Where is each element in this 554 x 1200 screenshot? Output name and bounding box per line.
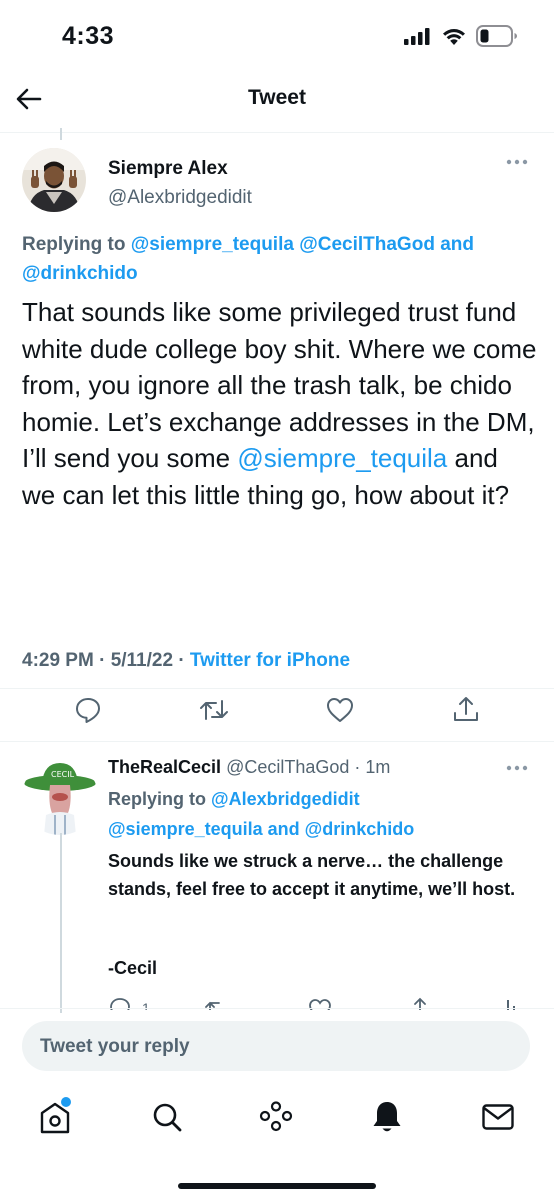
share-action-button[interactable] [452,695,480,723]
reply-author-avatar[interactable]: CECIL [22,759,98,835]
comment-icon [76,698,100,723]
composer-divider [0,1008,554,1009]
mail-icon [482,1104,514,1130]
battery-icon [476,25,518,47]
replying-and: and [267,819,300,839]
tab-messages[interactable] [482,1104,514,1130]
tab-home[interactable] [38,1097,72,1135]
tab-search[interactable] [151,1101,183,1133]
tweet-more-button[interactable] [506,158,528,166]
like-action-button[interactable] [326,697,354,723]
mention-link[interactable]: @Alexbridgedidit [211,789,360,809]
divider [0,688,554,689]
reply-action-button[interactable] [74,696,102,724]
more-dots-icon [506,765,528,771]
share-icon [454,697,478,721]
retweet-action-button[interactable] [199,697,229,723]
mention-link[interactable]: @CecilThaGod [299,234,435,255]
divider [0,741,554,742]
tab-notifications[interactable] [371,1099,403,1135]
page-title: Tweet [248,86,306,109]
author-avatar[interactable] [22,148,86,212]
more-dots-icon [506,159,528,165]
tweet-meta: 4:29 PM · 5/11/22 · Twitter for iPhone [22,650,350,672]
reply-author-handle[interactable]: @CecilThaGod [226,757,349,777]
search-icon [153,1103,182,1132]
thread-connector [60,833,62,1013]
bell-icon [373,1102,401,1132]
status-time: 4:33 [62,22,115,50]
mention-link[interactable]: @drinkchido [22,263,138,284]
reply-replying-to: Replying to @Alexbridgedidit @siempre_te… [108,784,528,844]
reply-author-line: TheRealCecil @CecilThaGod · 1m [108,757,390,778]
replying-label: Replying to [108,789,206,809]
reply-text: Sounds like we struck a nerve… the chall… [108,851,516,899]
notification-dot [61,1097,71,1107]
cellular-signal-icon [404,28,430,45]
replying-to: Replying to @siempre_tequila @CecilThaGo… [22,230,532,288]
mention-link[interactable]: @siempre_tequila [131,234,294,255]
tab-spaces[interactable] [259,1101,293,1133]
author-handle[interactable]: @Alexbridgedidit [108,187,252,209]
replying-label: Replying to [22,234,126,255]
svg-text:CECIL: CECIL [51,770,75,779]
replying-and: and [440,234,474,255]
reply-time: · 1m [354,757,391,777]
reply-placeholder: Tweet your reply [40,1036,190,1057]
reply-signature: -Cecil [108,958,158,978]
home-indicator [178,1183,376,1189]
home-icon [40,1097,71,1134]
reply-author-name[interactable]: TheRealCecil [108,757,221,777]
mention-link[interactable]: @drinkchido [305,819,415,839]
header-divider [0,132,554,133]
author-name[interactable]: Siempre Alex [108,158,228,180]
heart-icon [327,698,353,722]
tweet-timestamp: 4:29 PM · 5/11/22 · [22,650,190,671]
reply-more-button[interactable] [506,764,528,772]
tweet-text: That sounds like some privileged trust f… [22,294,537,513]
thread-connector [60,128,62,140]
wifi-icon [442,27,466,45]
mention-link[interactable]: @siempre_tequila [108,819,263,839]
retweet-icon [200,700,228,720]
mention-link[interactable]: @siempre_tequila [237,443,447,473]
spaces-icon [259,1101,293,1132]
tweet-source-link[interactable]: Twitter for iPhone [190,650,350,671]
